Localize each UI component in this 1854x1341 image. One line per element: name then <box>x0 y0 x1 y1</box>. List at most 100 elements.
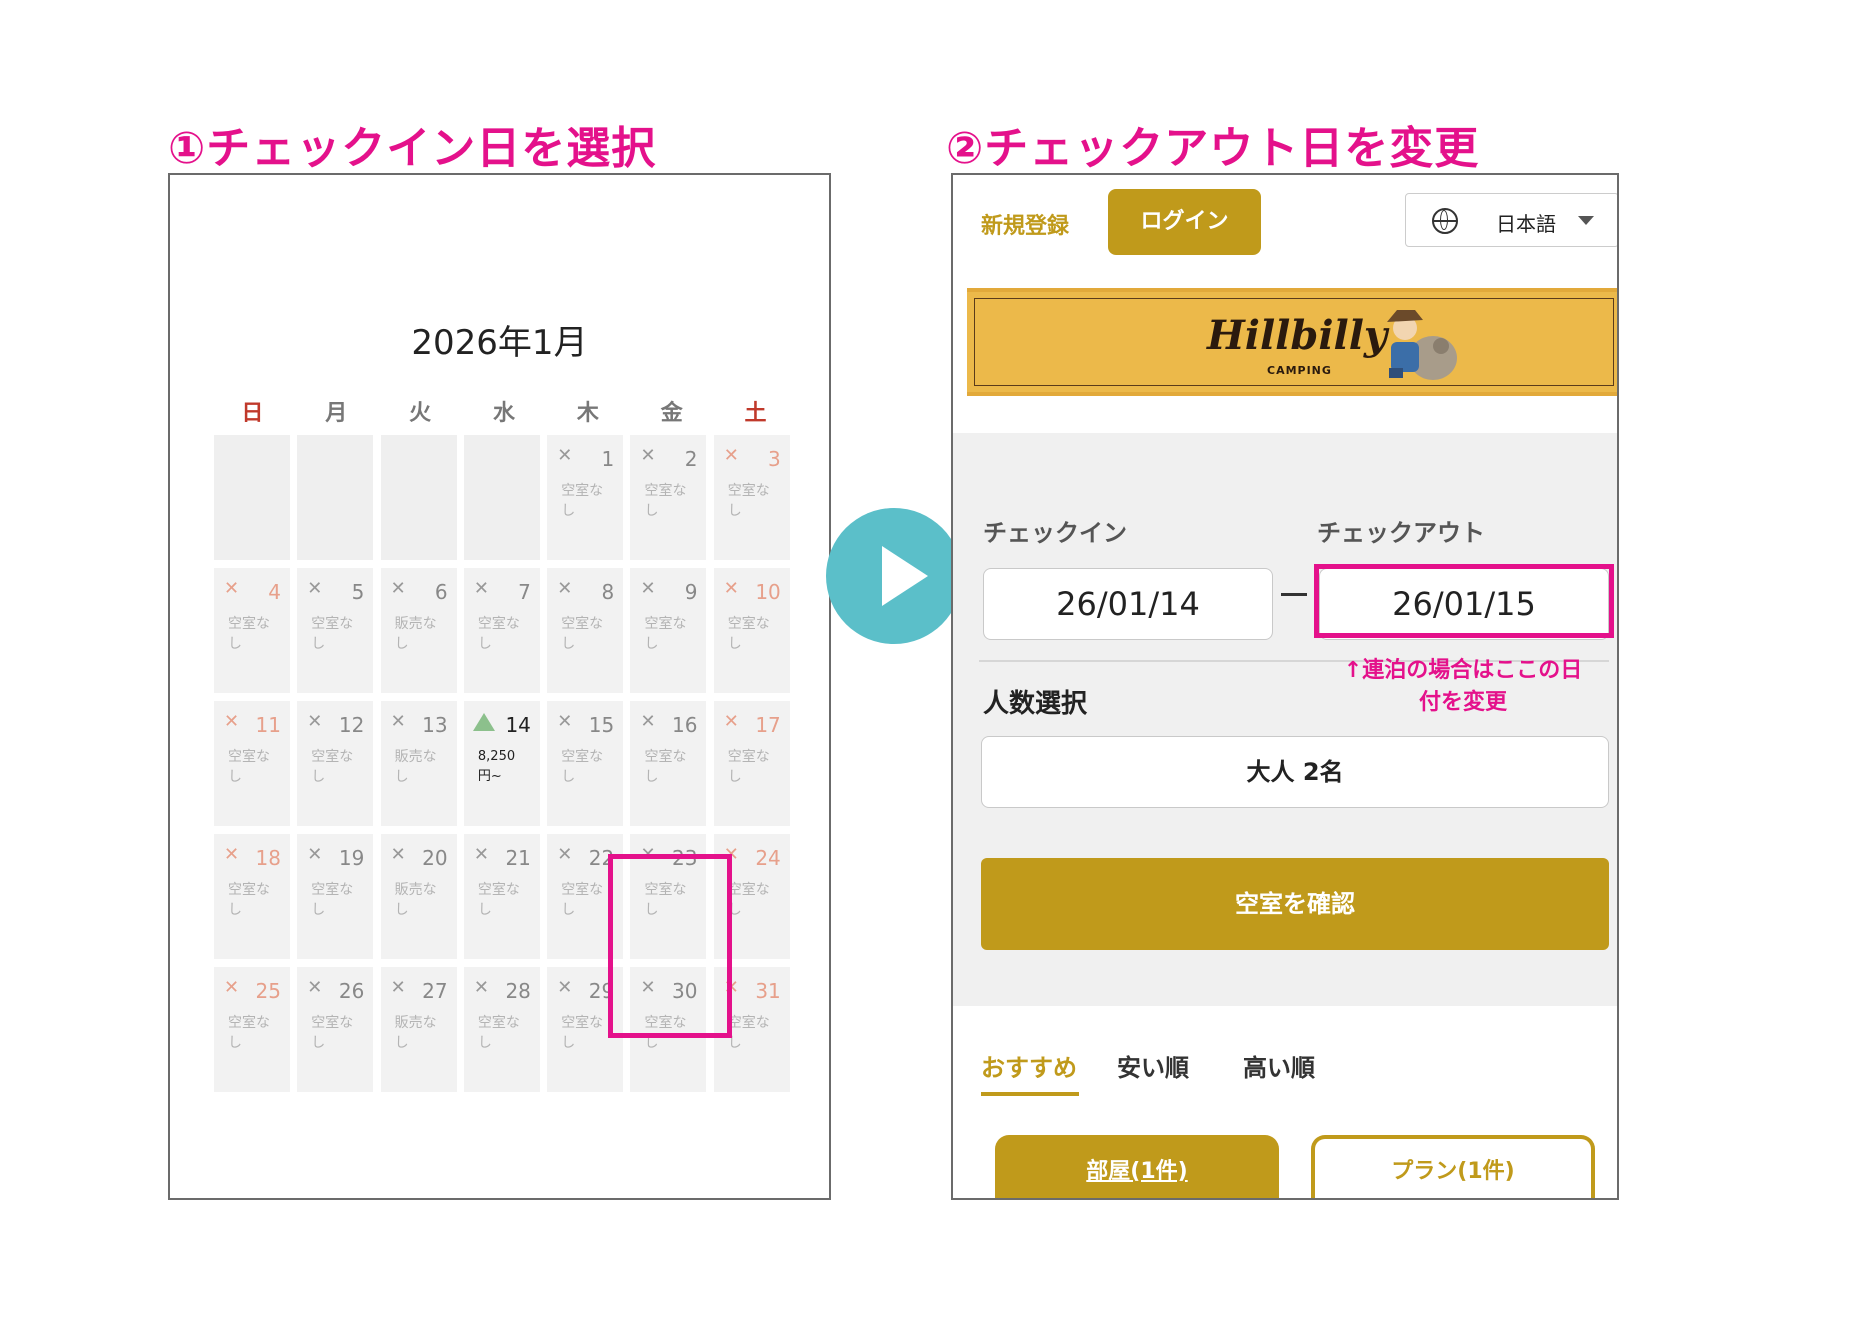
language-select[interactable]: 日本語 <box>1405 193 1617 247</box>
weekday-fri: 金 <box>660 401 683 426</box>
day-number: 2 <box>684 447 698 471</box>
cross-icon: ✕ <box>557 844 573 865</box>
day-number: 4 <box>268 580 281 604</box>
language-label: 日本語 <box>1496 212 1556 236</box>
login-button[interactable]: ログイン <box>1108 189 1261 255</box>
calendar-panel: 2026年1月 日 月 火 水 木 金 土 ✕ 1 空室なし ✕ 2 空室なし ✕ 3 空室なし… <box>168 173 831 1200</box>
day-number: 20 <box>422 846 448 870</box>
calendar-empty-cell <box>297 435 374 560</box>
calendar-day-28: ✕ 28 空室なし <box>463 967 540 1092</box>
brand-logo: Hillbilly <box>1207 312 1388 359</box>
day-number: 16 <box>672 713 698 737</box>
day-number: 1 <box>601 447 615 471</box>
day-status: 販売なし <box>394 749 437 785</box>
day-number: 13 <box>422 713 448 737</box>
play-arrow-icon <box>826 508 962 644</box>
weekday-tue: 火 <box>409 401 432 426</box>
checkin-date-input[interactable]: 26/01/14 <box>983 568 1273 640</box>
calendar-day-11: ✕ 11 空室なし <box>214 701 290 826</box>
calendar-day-9: ✕ 9 空室なし <box>630 568 707 693</box>
calendar-day-7: ✕ 7 空室なし <box>463 568 540 693</box>
tab-price-low[interactable]: 安い順 <box>1117 1048 1189 1083</box>
day-number: 21 <box>505 846 531 870</box>
weekday-thu: 木 <box>576 401 599 426</box>
guests-label: 人数選択 <box>983 689 1088 719</box>
day-status: 空室なし <box>727 483 770 519</box>
calendar-month-title: 2026年1月 <box>411 323 588 363</box>
day-status: 空室なし <box>228 882 270 918</box>
tab-rooms[interactable]: 部屋(1件) <box>995 1135 1279 1198</box>
day-status: 空室なし <box>311 882 354 918</box>
calendar-day-10: ✕ 10 空室なし <box>713 568 790 693</box>
calendar-day-19: ✕ 19 空室なし <box>297 834 374 959</box>
booking-panel: 新規登録 ログイン 日本語 Hillbilly CAMPING チェックイン チ… <box>951 173 1619 1200</box>
day-status: 空室なし <box>311 749 354 785</box>
calendar-day-18: ✕ 18 空室なし <box>214 834 290 959</box>
tab-plans[interactable]: プラン(1件) <box>1311 1135 1595 1198</box>
day-price: 8,250円~ <box>477 749 516 784</box>
checkout-label: チェックアウト <box>1317 519 1485 547</box>
calendar-day-3: ✕ 3 空室なし <box>713 435 790 560</box>
day-status: 販売なし <box>394 616 437 652</box>
calendar-day-16: ✕ 16 空室なし <box>630 701 707 826</box>
cross-icon: ✕ <box>557 711 573 732</box>
cross-icon: ✕ <box>473 844 489 865</box>
signup-link[interactable]: 新規登録 <box>981 208 1069 240</box>
brand-subtitle: CAMPING <box>1267 364 1332 377</box>
search-form: チェックイン チェックアウト 26/01/14 26/01/15 ↑連泊の場合は… <box>953 433 1617 1006</box>
day-status: 空室なし <box>477 882 520 918</box>
calendar-day-21: ✕ 21 空室なし <box>463 834 540 959</box>
cross-icon: ✕ <box>557 445 573 466</box>
day-status: 空室なし <box>727 749 770 785</box>
day-number: 5 <box>351 580 365 604</box>
check-availability-button[interactable]: 空室を確認 <box>981 858 1609 950</box>
day-status: 空室なし <box>727 616 770 652</box>
day-number: 14 <box>505 713 531 737</box>
day-status: 空室なし <box>644 616 687 652</box>
day-status: 販売なし <box>394 1015 437 1051</box>
day-number: 6 <box>434 580 448 604</box>
brand-banner: Hillbilly CAMPING <box>967 288 1617 396</box>
day-status: 空室なし <box>311 616 354 652</box>
calendar-day-4: ✕ 4 空室なし <box>214 568 290 693</box>
day-status: 空室なし <box>561 1015 604 1051</box>
tab-price-high[interactable]: 高い順 <box>1243 1048 1315 1083</box>
weekday-sun: 日 <box>241 401 264 426</box>
calendar-day-1: ✕ 1 空室なし <box>547 435 624 560</box>
day-number: 26 <box>338 979 365 1003</box>
cross-icon: ✕ <box>224 977 240 998</box>
day-status: 空室なし <box>727 1015 770 1051</box>
date-range-dash <box>1281 593 1307 596</box>
cross-icon: ✕ <box>224 711 240 732</box>
calendar-day-5: ✕ 5 空室なし <box>297 568 374 693</box>
cross-icon: ✕ <box>557 578 573 599</box>
cross-icon: ✕ <box>640 445 656 466</box>
day-number: 31 <box>755 979 781 1003</box>
day-number: 7 <box>518 580 531 604</box>
guests-select[interactable]: 大人 2名 <box>981 736 1609 808</box>
day-status: 空室なし <box>561 616 604 652</box>
calendar-day-25: ✕ 25 空室なし <box>214 967 290 1092</box>
day-number: 25 <box>255 979 281 1003</box>
cross-icon: ✕ <box>307 977 323 998</box>
day-status: 空室なし <box>477 616 520 652</box>
step1-title: ①チェックイン日を選択 <box>168 123 657 174</box>
tab-recommended[interactable]: おすすめ <box>981 1048 1079 1096</box>
triangle-icon <box>472 713 495 731</box>
day-status: 空室なし <box>477 1015 520 1051</box>
step2-title: ②チェックアウト日を変更 <box>946 123 1480 174</box>
mascot-illustration <box>1387 310 1457 380</box>
calendar-day-14[interactable]: 14 8,250円~ <box>463 701 540 826</box>
weekday-wed: 水 <box>492 401 515 426</box>
day-number: 10 <box>755 580 781 604</box>
calendar-empty-cell <box>463 435 540 560</box>
day-status: 空室なし <box>727 882 770 918</box>
cross-icon: ✕ <box>390 711 406 732</box>
cross-icon: ✕ <box>224 578 240 599</box>
checkout-hint-annotation: ↑連泊の場合はここの日付を変更 <box>1343 658 1583 715</box>
weekday-header-row: 日 月 火 水 木 金 土 <box>214 395 794 431</box>
day-status: 販売なし <box>394 882 437 918</box>
calendar-day-26: ✕ 26 空室なし <box>297 967 374 1092</box>
calendar-day-2: ✕ 2 空室なし <box>630 435 707 560</box>
day-number: 18 <box>255 846 281 870</box>
